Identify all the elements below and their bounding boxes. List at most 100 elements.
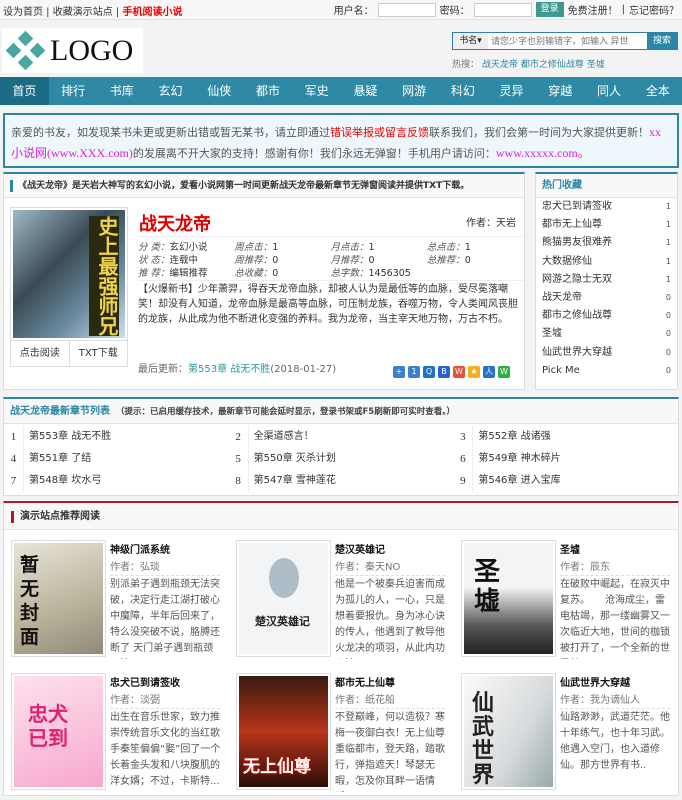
password-input[interactable] [473,2,532,17]
recommend-card[interactable]: 忠犬已到 忠犬已到请签收 作者：淡弼 出生在音乐世家，致力推崇传统音乐文化的当红… [4,668,221,792]
recommend-card[interactable]: 暂无封面 神级门派系统 作者：弘琰 别派弟子遇到瓶颈无法突破，决定行走江湖打破心… [4,535,220,659]
share-renren-icon[interactable]: 人 [483,366,495,378]
txt-download-button[interactable]: TXT下载 [68,341,128,366]
book-desc: 别派弟子遇到瓶颈无法突破，决定行走江湖打破心中魔障，半年后回来了，特么没突破不说… [110,579,220,654]
chapter-item[interactable]: 8 第547章 雪神莲花 [229,470,454,492]
nav-item[interactable]: 首页 [0,77,49,105]
chapter-item[interactable]: 1 第553章 战无不胜 [4,426,229,448]
read-button[interactable]: 点击阅读 [11,341,69,366]
sidebar-item[interactable]: Pick Me 0 [536,362,677,380]
book-desc: 仙路渺渺，武道茫茫。他十年练气，也十年习武。他遇入空门，也入道修仙。那方世界有书… [560,712,670,771]
nav-item[interactable]: 军史 [292,77,341,105]
nav-item[interactable]: 穿越 [536,77,585,105]
nav-item[interactable]: 网游 [390,77,439,105]
sidebar-item[interactable]: 仙武世界大穿越 0 [536,344,677,362]
book-title[interactable]: 仙武世界大穿越 [560,674,630,689]
login-form: 用户名： 密码： 登录 免费注册！ | 忘记密码？ [333,2,679,17]
mobile-link[interactable]: 手机阅读小说 [122,7,182,18]
book-cover[interactable]: 无上仙尊 [236,673,331,790]
hot-link[interactable]: 都市之修仙战尊 [521,60,584,70]
share-weibo-icon[interactable]: W [453,366,465,378]
sidebar-item[interactable]: 熊猫男友很难养 1 [536,234,677,252]
last-update: 最后更新：第553章 战无不胜(2018-01-27) [138,364,337,375]
site-logo[interactable]: LOGO [2,28,143,73]
share-star-icon[interactable]: ★ [468,366,480,378]
nav-item[interactable]: 仙侠 [195,77,244,105]
chapter-item[interactable]: 6 第549章 神木碎片 [453,448,678,470]
book-meta: 分 类：玄幻小说 周点击：1 月点击：1 总点击：1 状 态：连载中 周推荐：0 月推荐：… [138,236,523,281]
book-title[interactable]: 神级门派系统 [110,541,170,556]
sidebar-item[interactable]: 大数据修仙 1 [536,253,677,271]
nav-item[interactable]: 同人 [585,77,634,105]
share-wechat-icon[interactable]: W [498,366,510,378]
recommend-card[interactable]: 圣墟 圣墟 作者：辰东 在破败中崛起，在寂灭中复苏。 沧海成尘，雷电枯竭，那一缕… [454,535,670,659]
chapter-item[interactable]: 5 第550章 灭杀计划 [229,448,454,470]
book-desc: 出生在音乐世家，致力推崇传统音乐文化的当红歌手秦笙偏偏“娶”回了一个长着金头发和… [110,712,221,787]
set-home-link[interactable]: 设为首页 [3,7,43,18]
chapter-list: 战天龙帝最新章节列表 （提示：已启用缓存技术，最新章节可能会延时显示，登录书架或F… [3,397,679,496]
chapter-item[interactable]: 9 第546章 进入宝库 [453,470,678,492]
share-qq-icon[interactable]: Q [423,366,435,378]
feedback-link[interactable]: 错误举报或留言反馈 [330,126,429,139]
forgot-password-link[interactable]: 忘记密码？ [629,2,679,17]
main-nav: 首页 排行 书库 玄幻 仙侠 都市 军史 悬疑 网游 科幻 灵异 穿越 同人 全… [0,77,682,105]
recommend-card[interactable]: 无上仙尊 都市无上仙尊 作者：纸花船 不登巅峰，何以造极？寒梅一夜御白衣！无上仙… [229,668,445,792]
notice-box: 亲爱的书友，如发现某书未更或更新出错或暂无某书，请立即通过错误举报或留言反馈联系… [3,113,679,168]
nav-item[interactable]: 书库 [97,77,146,105]
last-chapter-link[interactable]: 第553章 战无不胜 [188,364,270,375]
chapter-item[interactable]: 4 第551章 了结 [4,448,229,470]
nav-item[interactable]: 灵异 [487,77,536,105]
nav-item[interactable]: 科幻 [438,77,487,105]
sidebar-item[interactable]: 都市之修仙战尊 0 [536,307,677,325]
sidebar-item[interactable]: 都市无上仙尊 1 [536,216,677,234]
search-input[interactable] [488,33,647,49]
hot-label: 热搜： [452,60,480,70]
search-bar: 书名▾ 搜索 [452,32,678,50]
book-cover[interactable]: 仙武世界 [461,673,556,790]
nav-item[interactable]: 排行 [49,77,98,105]
sidebar-item[interactable]: 忠犬已到请签收 1 [536,198,677,216]
search-button[interactable]: 搜索 [647,33,677,49]
book-author: 作者：弘琰 [110,558,220,576]
nav-item[interactable]: 悬疑 [341,77,390,105]
book-info-panel: 《战天龙帝》是天岩大神写的玄幻小说，爱看小说网第一时间更新战天龙帝最新章节无弹窗… [3,172,525,390]
bookmark-link[interactable]: 收藏演示站点 [53,7,113,18]
notice-text: 联系我们，我们会第一时间为大家提供更新！ [429,126,649,139]
recommend-card[interactable]: 楚汉英雄记 楚汉英雄记 作者：秦天NO 他是一个被秦兵迫害而成为孤儿的人，一心，… [229,535,445,659]
username-input[interactable] [377,2,436,17]
nav-item[interactable]: 玄幻 [146,77,195,105]
book-title[interactable]: 都市无上仙尊 [335,674,395,689]
book-title[interactable]: 忠犬已到请签收 [110,674,180,689]
share-qzone-icon[interactable]: 1 [408,366,420,378]
share-icons: + 1 Q B W ★ 人 W [393,366,510,378]
book-cover[interactable]: 忠犬已到 [11,673,106,790]
book-cover[interactable]: 楚汉英雄记 [236,540,331,657]
search-type-select[interactable]: 书名▾ [453,33,488,49]
nav-item[interactable]: 都市 [244,77,293,105]
register-link[interactable]: 免费注册！ [568,2,618,17]
chapter-item[interactable]: 2 全渠道感言！ [229,426,454,448]
book-intro: 【火爆新书】少年萧羿，得吞天龙帝血脉，却被人认为是最低等的血脉，受尽冕落嘲笑！却… [138,284,518,325]
book-title[interactable]: 圣墟 [560,541,580,556]
sidebar-item[interactable]: 网游之隐士无双 1 [536,271,677,289]
hot-favorites-sidebar: 热门收藏 忠犬已到请签收 1 都市无上仙尊 1 熊猫男友很难养 1 大数据修仙 1 网游… [535,172,678,390]
nav-item[interactable]: 全本 [633,77,682,105]
chapter-list-header: 战天龙帝最新章节列表 （提示：已启用缓存技术，最新章节可能会延时显示，登录书架或F… [4,399,678,424]
book-desc: 在破败中崛起，在寂灭中复苏。 沧海成尘，雷电枯竭，那一缕幽雾又一次临近大地，世间… [560,579,670,654]
sidebar-item[interactable]: 圣墟 0 [536,325,677,343]
hot-link[interactable]: 战天龙帝 [482,60,518,70]
mobile-url-link[interactable]: www.xxxxx.com。 [496,146,590,160]
share-plus-icon[interactable]: + [393,366,405,378]
chapter-item[interactable]: 3 第552章 战诸强 [453,426,678,448]
cover-image[interactable]: 史上最强师兄 [13,210,125,338]
sidebar-item[interactable]: 战天龙帝 0 [536,289,677,307]
recommend-card[interactable]: 仙武世界 仙武世界大穿越 作者：我为谪仙人 仙路渺渺，武道茫茫。他十年练气，也十… [454,668,670,792]
cover-title: 史上最强师兄 [89,216,119,336]
hot-link[interactable]: 圣墟 [587,60,605,70]
book-title[interactable]: 楚汉英雄记 [335,541,385,556]
chapter-item[interactable]: 7 第548章 坎水弓 [4,470,229,492]
book-cover[interactable]: 暂无封面 [11,540,106,657]
login-button[interactable]: 登录 [535,2,564,17]
book-cover[interactable]: 圣墟 [461,540,556,657]
share-baidu-icon[interactable]: B [438,366,450,378]
